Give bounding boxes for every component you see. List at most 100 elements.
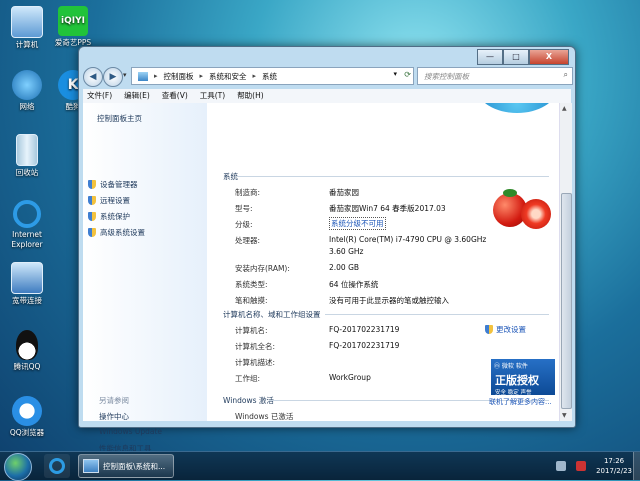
tomato-half-icon [521,199,551,229]
sidebar-item-device-manager[interactable]: 设备管理器 [88,179,138,190]
address-bar[interactable]: ▸ 控制面板 ▸ 系统和安全 ▸ 系统 ▾ ⟳ [131,67,414,85]
windows-logo-icon [477,103,557,113]
close-button[interactable]: X [529,49,569,65]
system-type-label: 系统类型: [235,280,268,289]
system-type-value: 64 位操作系统 [329,280,379,289]
model-label: 型号: [235,204,253,213]
qq-penguin-icon [16,330,38,360]
breadcrumb-control-panel[interactable]: 控制面板 [164,71,194,82]
network-icon [12,70,42,100]
pen-touch-value: 没有可用于此显示器的笔或触控输入 [329,296,449,305]
computer-name-label: 计算机名: [235,326,268,335]
vertical-scrollbar[interactable]: ▲ ▼ [559,103,572,421]
search-icon[interactable]: ⌕ [564,70,568,80]
rating-label: 分级: [235,220,253,229]
start-button[interactable] [4,453,32,481]
system-tray: 17:26 2017/2/23 [556,452,632,480]
shield-icon [88,196,96,205]
maximize-button[interactable]: □ [503,49,529,65]
network-icon[interactable] [576,461,587,471]
show-desktop-button[interactable] [633,452,640,480]
processor-value: Intel(R) Core(TM) i7-4790 CPU @ 3.60GHz [329,235,487,244]
desktop-icon-recycle-bin[interactable]: 回收站 [0,134,54,178]
taskbar-qq-browser[interactable] [44,454,70,478]
shield-icon [88,212,96,221]
desktop-icon-qq-browser[interactable]: QQ浏览器 [0,396,54,438]
desktop-icon-qq[interactable]: 腾讯QQ [0,330,54,372]
ram-value: 2.00 GB [329,263,360,272]
learn-more-link[interactable]: 联机了解更多内容... [489,397,552,407]
menu-file[interactable]: 文件(F) [87,89,112,103]
control-panel-icon [83,459,99,473]
desktop-icon-label: 宽带连接 [12,296,42,305]
pen-touch-label: 笔和触摸: [235,296,268,305]
scroll-up-icon[interactable]: ▲ [562,105,567,112]
system-section-heading: 系统 [223,172,238,181]
rating-link[interactable]: 系统分级不可用 [329,217,386,230]
sidebar-item-label: 远程设置 [100,196,130,205]
clock-time: 17:26 [603,457,625,465]
sidebar-item-label: 设备管理器 [100,180,138,189]
desktop-icon-ie[interactable]: Internet Explorer [0,200,54,250]
keyboard-icon[interactable] [556,461,567,471]
sidebar-item-system-protection[interactable]: 系统保护 [88,211,130,222]
back-button[interactable]: ◀ [83,67,103,87]
minimize-button[interactable]: — [477,49,503,65]
refresh-icon[interactable]: ⟳ [404,70,411,79]
broadband-icon [11,262,43,294]
computer-name-heading: 计算机名称、域和工作组设置 [223,310,321,319]
see-also-heading: 另请参阅 [99,396,129,405]
task-label: 控制面板\系统和... [103,461,166,471]
shield-icon [88,228,96,237]
menu-bar: 文件(F) 编辑(E) 查看(V) 工具(T) 帮助(H) [83,89,571,103]
control-panel-home-link[interactable]: 控制面板主页 [97,113,142,124]
desktop-icon-label: 回收站 [15,168,39,177]
iqiyi-icon: iQIYI [58,6,88,36]
system-info-pane: 系统 制造商: 番茄家园 型号: 番茄家园Win7 64 春季版2017.03 … [207,103,559,421]
processor-speed-value: 3.60 GHz [329,247,364,256]
qq-browser-icon [12,396,42,426]
computer-icon [11,6,43,38]
search-input[interactable]: 搜索控制面板 ⌕ [417,67,573,85]
forward-button[interactable]: ▶ [103,67,123,87]
divider [325,314,549,315]
breadcrumb-system[interactable]: 系统 [262,71,277,82]
desktop-icon-label: QQ浏览器 [9,428,45,437]
menu-view[interactable]: 查看(V) [162,89,188,103]
activation-heading: Windows 激活 [223,396,274,405]
breadcrumb-separator[interactable]: ▸ [253,72,257,80]
breadcrumb-separator[interactable]: ▸ [200,72,204,80]
change-settings-label: 更改设置 [496,325,526,334]
caption-buttons: — □ X [477,49,569,65]
sidebar-item-label: 系统保护 [100,212,130,221]
full-name-value: FQ-201702231719 [329,341,400,350]
see-also-action-center[interactable]: 操作中心 [99,411,129,422]
desktop-icon-broadband[interactable]: 宽带连接 [0,262,54,306]
sidebar-item-remote-settings[interactable]: 远程设置 [88,195,130,206]
menu-help[interactable]: 帮助(H) [237,89,264,103]
browser-icon [49,458,65,474]
sidebar-item-advanced-settings[interactable]: 高级系统设置 [88,227,145,238]
clock-date: 2017/2/23 [596,467,632,475]
sidebar-item-label: 高级系统设置 [100,228,145,237]
breadcrumb-separator[interactable]: ▸ [154,72,158,80]
recent-pages-dropdown[interactable]: ▾ [123,71,127,79]
breadcrumb-system-security[interactable]: 系统和安全 [209,71,247,82]
shield-icon [88,180,96,189]
change-settings-link[interactable]: 更改设置 [485,324,526,335]
menu-edit[interactable]: 编辑(E) [124,89,150,103]
task-sidebar: 控制面板主页 设备管理器 远程设置 系统保护 高级系统设置 另请参阅 操作中心 … [83,103,207,453]
manufacturer-value: 番茄家园 [329,188,359,197]
menu-tools[interactable]: 工具(T) [200,89,225,103]
see-also-windows-update[interactable]: Windows Update [99,427,162,436]
desktop-icon-label: Internet Explorer [11,230,43,249]
address-dropdown-icon[interactable]: ▾ [393,70,397,78]
scrollbar-thumb[interactable] [561,193,572,409]
taskbar-control-panel-task[interactable]: 控制面板\系统和... [78,454,174,478]
model-value: 番茄家园Win7 64 春季版2017.03 [329,204,446,213]
scroll-down-icon[interactable]: ▼ [562,412,567,419]
clock[interactable]: 17:26 2017/2/23 [596,456,632,476]
recycle-bin-icon [16,134,38,166]
processor-label: 处理器: [235,236,261,245]
desktop-icon-iqiyi[interactable]: iQIYI 爱奇艺PPS [46,6,100,48]
